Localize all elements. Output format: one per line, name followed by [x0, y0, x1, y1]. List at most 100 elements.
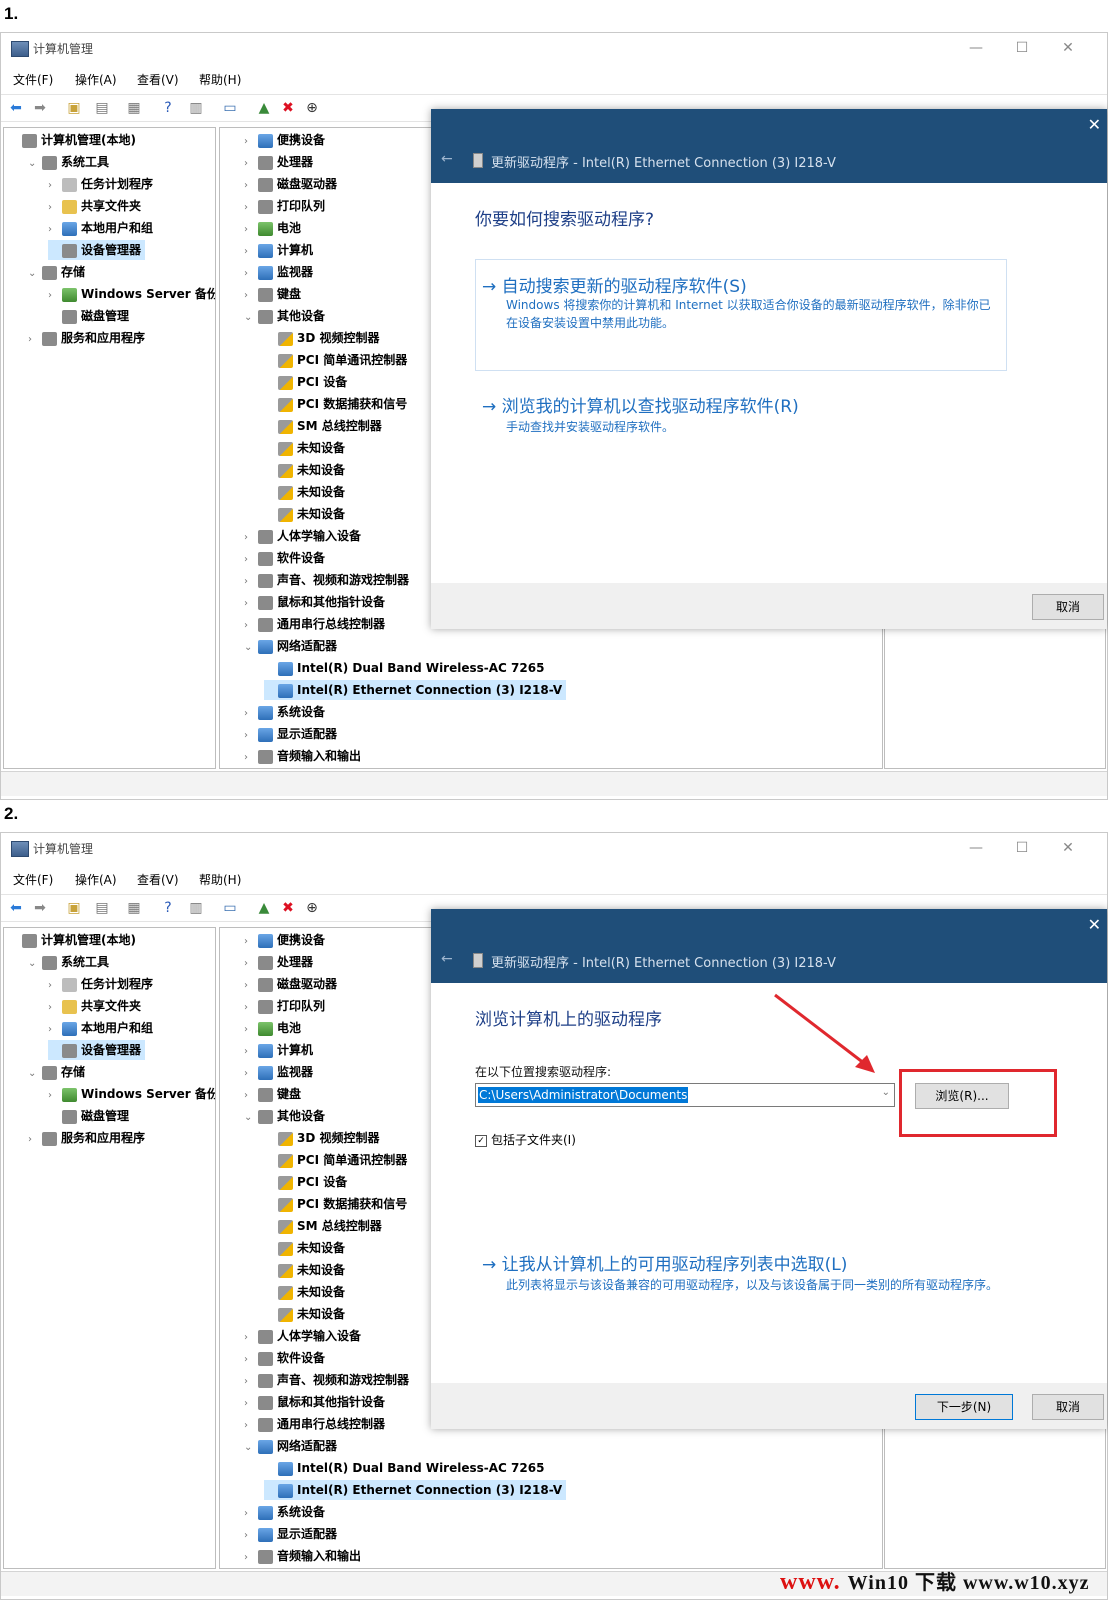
tree-node[interactable]: ⌄ 其他设备: [244, 1106, 329, 1126]
chevron-right-icon[interactable]: ›: [244, 594, 256, 614]
chevron-right-icon[interactable]: ›: [244, 932, 256, 952]
menu-action[interactable]: 操作(A): [75, 871, 117, 888]
tree-node[interactable]: PCI 设备: [264, 372, 351, 392]
tree-node[interactable]: › 处理器: [244, 952, 317, 972]
chevron-down-icon[interactable]: ⌄: [28, 954, 40, 974]
chevron-right-icon[interactable]: ›: [48, 176, 60, 196]
tree-node[interactable]: 未知设备: [264, 504, 349, 524]
tree-node[interactable]: 3D 视频控制器: [264, 1128, 384, 1148]
chevron-right-icon[interactable]: ›: [244, 1086, 256, 1106]
tree-node[interactable]: PCI 数据捕获和信号: [264, 1194, 411, 1214]
chevron-down-icon[interactable]: ⌄: [244, 1108, 256, 1128]
disable-icon[interactable]: ⊕: [303, 99, 321, 117]
view-icon[interactable]: ▥: [187, 99, 205, 117]
properties-icon[interactable]: ▦: [125, 99, 143, 117]
tree-node[interactable]: › 电池: [244, 218, 305, 238]
chevron-right-icon[interactable]: ›: [244, 1394, 256, 1414]
tree-node[interactable]: PCI 简单通讯控制器: [264, 350, 411, 370]
disable-icon[interactable]: ⊕: [303, 899, 321, 917]
forward-icon[interactable]: ➡: [31, 899, 49, 917]
chevron-right-icon[interactable]: ›: [244, 1042, 256, 1062]
tree-node[interactable]: ⌄ 存储: [28, 262, 89, 282]
chevron-right-icon[interactable]: ›: [48, 220, 60, 240]
close-icon[interactable]: ✕: [1053, 837, 1083, 859]
tree-node[interactable]: › 服务和应用程序: [28, 328, 149, 348]
tree-node[interactable]: › 计算机: [244, 1040, 317, 1060]
dialog-back-icon[interactable]: ←: [441, 951, 453, 967]
dialog-back-icon[interactable]: ←: [441, 151, 453, 167]
auto-search-title[interactable]: → 自动搜索更新的驱动程序软件(S): [482, 272, 747, 297]
chevron-right-icon[interactable]: ›: [244, 976, 256, 996]
tree-node[interactable]: › 系统设备: [244, 702, 329, 722]
tree-node[interactable]: › 监视器: [244, 1062, 317, 1082]
tree-node[interactable]: › 鼠标和其他指针设备: [244, 592, 389, 612]
chevron-right-icon[interactable]: ›: [244, 748, 256, 768]
chevron-down-icon[interactable]: ⌄: [882, 1087, 890, 1098]
forward-icon[interactable]: ➡: [31, 99, 49, 117]
tree-node[interactable]: 未知设备: [264, 1282, 349, 1302]
tree-node[interactable]: ⌄ 其他设备: [244, 306, 329, 326]
tree-node[interactable]: › 显示适配器: [244, 1524, 341, 1544]
show-tree-icon[interactable]: ▤: [93, 99, 111, 117]
show-tree-icon[interactable]: ▤: [93, 899, 111, 917]
menu-view[interactable]: 查看(V): [137, 871, 179, 888]
chevron-right-icon[interactable]: ›: [244, 1416, 256, 1436]
tree-node[interactable]: 计算机管理(本地): [8, 930, 140, 950]
chevron-right-icon[interactable]: ›: [28, 330, 40, 350]
chevron-right-icon[interactable]: ›: [244, 242, 256, 262]
tree-node[interactable]: › 声音、视频和游戏控制器: [244, 1370, 413, 1390]
cancel-button[interactable]: 取消: [1032, 1394, 1104, 1420]
view-icon[interactable]: ▥: [187, 899, 205, 917]
tree-node[interactable]: ⌄ 系统工具: [28, 952, 113, 972]
tree-node[interactable]: 未知设备: [264, 482, 349, 502]
chevron-right-icon[interactable]: ›: [244, 726, 256, 746]
tree-node[interactable]: › 服务和应用程序: [28, 1128, 149, 1148]
tree-node[interactable]: › 人体学输入设备: [244, 1326, 365, 1346]
maximize-icon[interactable]: ☐: [1007, 837, 1037, 859]
tree-node[interactable]: PCI 设备: [264, 1172, 351, 1192]
menu-file[interactable]: 文件(F): [13, 871, 53, 888]
tree-node[interactable]: 未知设备: [264, 1238, 349, 1258]
maximize-icon[interactable]: ☐: [1007, 37, 1037, 59]
chevron-right-icon[interactable]: ›: [244, 550, 256, 570]
chevron-right-icon[interactable]: ›: [244, 198, 256, 218]
tree-node[interactable]: › 键盘: [244, 1084, 305, 1104]
chevron-right-icon[interactable]: ›: [48, 976, 60, 996]
help-icon[interactable]: ?: [159, 899, 177, 917]
chevron-right-icon[interactable]: ›: [244, 572, 256, 592]
tree-node[interactable]: › 磁盘驱动器: [244, 974, 341, 994]
tree-node[interactable]: › 打印队列: [244, 196, 329, 216]
tree-node[interactable]: Intel(R) Ethernet Connection (3) I218-V: [264, 1480, 567, 1500]
tree-node[interactable]: PCI 简单通讯控制器: [264, 1150, 411, 1170]
tree-node[interactable]: › 音频输入和输出: [244, 1546, 365, 1566]
tree-node[interactable]: › 任务计划程序: [48, 974, 157, 994]
tree-node[interactable]: Intel(R) Dual Band Wireless-AC 7265: [264, 658, 548, 678]
tree-node[interactable]: 未知设备: [264, 1260, 349, 1280]
uninstall-icon[interactable]: ✖: [279, 99, 297, 117]
browse-title[interactable]: → 浏览我的计算机以查找驱动程序软件(R): [482, 392, 799, 417]
dialog-close-icon[interactable]: ✕: [1088, 915, 1101, 934]
tree-node[interactable]: › Windows Server 备份: [48, 284, 215, 304]
tree-node[interactable]: › 计算机: [244, 240, 317, 260]
tree-node[interactable]: › 便携设备: [244, 130, 329, 150]
chevron-right-icon[interactable]: ›: [244, 176, 256, 196]
chevron-down-icon[interactable]: ⌄: [28, 154, 40, 174]
menu-help[interactable]: 帮助(H): [199, 71, 241, 88]
chevron-down-icon[interactable]: ⌄: [28, 264, 40, 284]
tree-node[interactable]: › 任务计划程序: [48, 174, 157, 194]
tree-node[interactable]: ⌄ 网络适配器: [244, 636, 341, 656]
back-icon[interactable]: ⬅: [7, 899, 25, 917]
tree-node[interactable]: 未知设备: [264, 1304, 349, 1324]
pick-from-list-title[interactable]: → 让我从计算机上的可用驱动程序列表中选取(L): [482, 1250, 847, 1275]
next-button[interactable]: 下一步(N): [915, 1394, 1013, 1420]
tree-node[interactable]: › 共享文件夹: [48, 196, 145, 216]
tree-node[interactable]: › 音频输入和输出: [244, 746, 365, 766]
chevron-right-icon[interactable]: ›: [244, 616, 256, 636]
checkbox-icon[interactable]: ✓: [475, 1134, 487, 1147]
tree-node[interactable]: ⌄ 系统工具: [28, 152, 113, 172]
uninstall-icon[interactable]: ✖: [279, 899, 297, 917]
properties-icon[interactable]: ▦: [125, 899, 143, 917]
tree-node[interactable]: 计算机管理(本地): [8, 130, 140, 150]
chevron-right-icon[interactable]: ›: [244, 954, 256, 974]
tree-node[interactable]: 3D 视频控制器: [264, 328, 384, 348]
